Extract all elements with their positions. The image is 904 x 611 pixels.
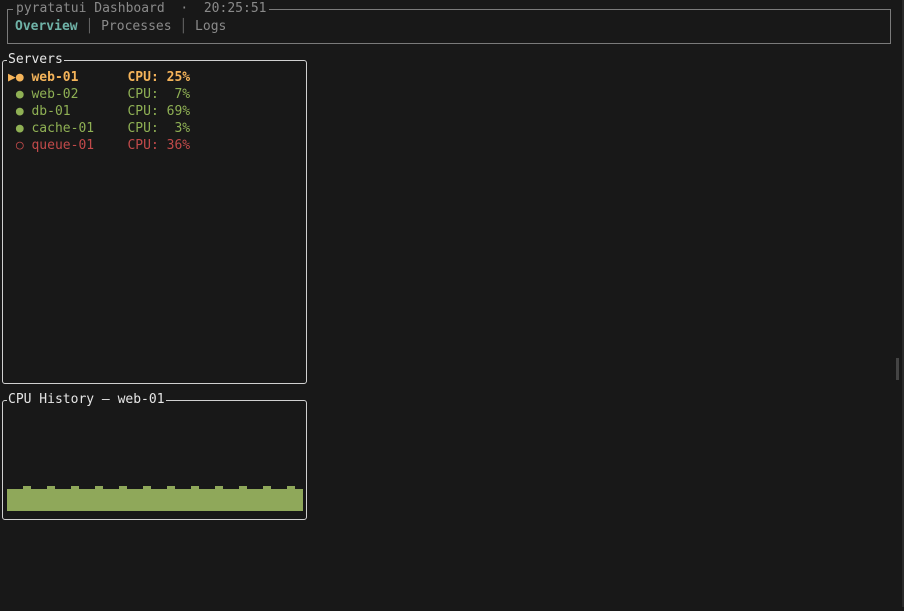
tab-processes[interactable]: Processes: [101, 19, 171, 34]
sparkline-bar: [79, 489, 87, 511]
server-cpu: CPU: 69%: [127, 104, 191, 119]
sparkline-bar: [199, 489, 207, 511]
server-cpu: CPU: 7%: [127, 87, 191, 102]
sparkline-bar: [263, 486, 271, 511]
sparkline-bar: [87, 489, 95, 511]
sparkline-bar: [255, 489, 263, 511]
tab-logs[interactable]: Logs: [195, 19, 226, 34]
tab-bar: Overview │ Processes │ Logs: [15, 19, 226, 34]
tab-divider: │: [85, 19, 94, 34]
status-dot-icon: ●: [15, 87, 24, 102]
scrollbar[interactable]: [896, 358, 899, 380]
server-list-item[interactable]: ▶● web-01 CPU: 25%: [8, 69, 190, 86]
sparkline-bar: [15, 489, 23, 511]
sparkline-bar: [127, 489, 135, 511]
sparkline-bar: [287, 486, 295, 511]
server-cpu: CPU: 3%: [127, 121, 191, 136]
sparkline-bar: [167, 486, 175, 511]
tab-overview[interactable]: Overview: [15, 19, 78, 34]
header-panel: pyratatui Dashboard · 20:25:51 Overview …: [7, 1, 891, 44]
sparkline-bar: [191, 486, 199, 511]
sparkline-bar: [135, 489, 143, 511]
sparkline-bar: [111, 489, 119, 511]
server-list-item[interactable]: ● db-01 CPU: 69%: [8, 103, 190, 120]
server-name: cache-01: [31, 121, 95, 136]
cpu-history-panel: CPU History — web-01: [2, 392, 307, 520]
sparkline-bar: [103, 489, 111, 511]
sparkline-bar: [271, 489, 279, 511]
sparkline-bar: [31, 489, 39, 511]
title-text: pyratatui Dashboard: [16, 1, 165, 16]
selection-marker-icon: ▶: [8, 70, 16, 85]
server-cpu: CPU: 25%: [127, 70, 191, 85]
clock: 20:25:51: [203, 1, 267, 16]
sparkline-bar: [183, 489, 191, 511]
server-list-item[interactable]: ○ queue-01 CPU: 36%: [8, 137, 190, 154]
sparkline-bar: [143, 486, 151, 511]
panel-title: Servers: [7, 52, 64, 67]
sparkline-bar: [47, 486, 55, 511]
sparkline-bar: [239, 486, 247, 511]
server-name: queue-01: [31, 138, 95, 153]
sparkline-bar: [119, 486, 127, 511]
status-dot-icon: ●: [15, 104, 24, 119]
sparkline-bar: [95, 486, 103, 511]
sparkline-bar: [279, 489, 287, 511]
server-name: web-01: [31, 70, 79, 85]
servers-panel: Servers ▶● web-01 CPU: 25% ● web-02 CPU: 7…: [2, 52, 307, 384]
sparkline-bar: [63, 489, 71, 511]
app-title: pyratatui Dashboard · 20:25:51: [13, 1, 270, 16]
server-name: db-01: [31, 104, 71, 119]
title-separator: ·: [180, 1, 189, 16]
status-dot-icon: ●: [15, 121, 24, 136]
server-name: web-02: [31, 87, 79, 102]
selection-marker-icon: [8, 138, 16, 153]
status-dot-icon: ○: [15, 138, 24, 153]
sparkline-bar: [295, 489, 303, 511]
tab-divider: │: [179, 19, 188, 34]
sparkline-bar: [207, 489, 215, 511]
sparkline-bar: [23, 486, 31, 511]
server-list-item[interactable]: ● web-02 CPU: 7%: [8, 86, 190, 103]
selection-marker-icon: [8, 104, 16, 119]
sparkline-bar: [159, 489, 167, 511]
server-cpu: CPU: 36%: [127, 138, 191, 153]
sparkline-bar: [231, 489, 239, 511]
sparkline-bar: [247, 489, 255, 511]
sparkline-bar: [7, 489, 15, 511]
selection-marker-icon: [8, 87, 16, 102]
status-dot-icon: ●: [15, 70, 24, 85]
sparkline-bar: [223, 489, 231, 511]
terminal-window: pyratatui Dashboard · 20:25:51 Overview …: [0, 0, 904, 607]
cpu-sparkline: [7, 401, 303, 511]
sparkline-bar: [39, 489, 47, 511]
sparkline-bar: [55, 489, 63, 511]
sparkline-bar: [71, 486, 79, 511]
sparkline-bar: [215, 486, 223, 511]
server-list-item[interactable]: ● cache-01 CPU: 3%: [8, 120, 190, 137]
sparkline-bar: [151, 489, 159, 511]
sparkline-bar: [175, 489, 183, 511]
selection-marker-icon: [8, 121, 16, 136]
